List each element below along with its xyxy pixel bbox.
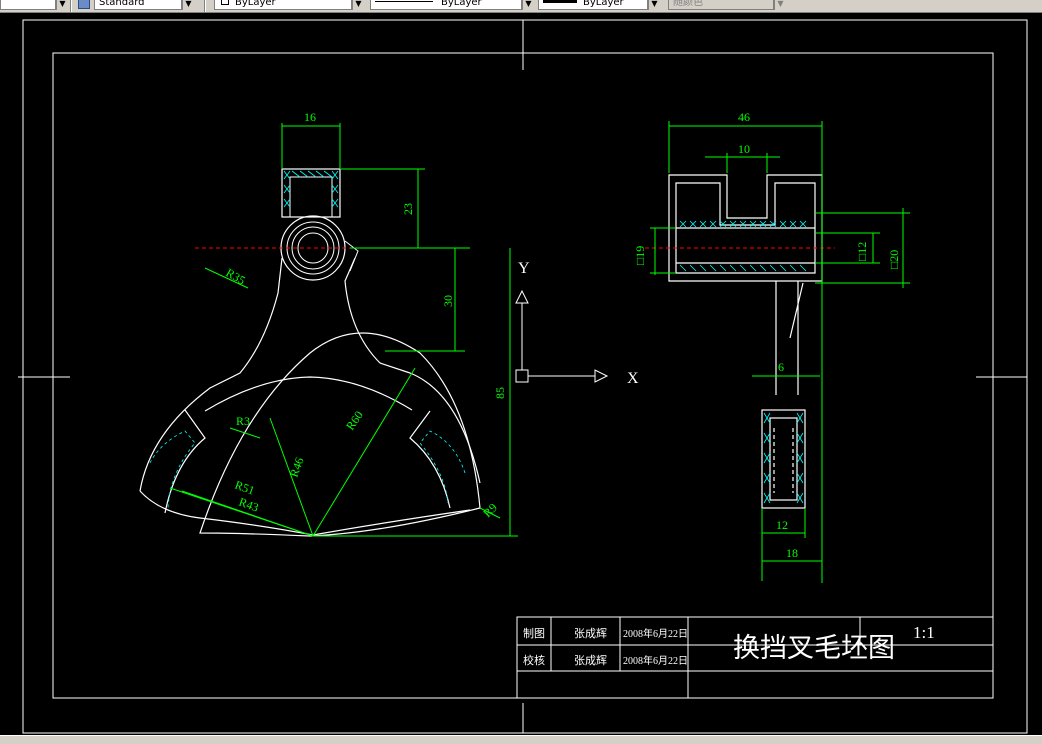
drawing-canvas[interactable]: 16 23 30 85 R35 R3 R60 R46 R51 R43 R9 X …: [0, 13, 1042, 743]
drawing-frames: [18, 19, 1028, 734]
ucs-x-label: X: [627, 370, 639, 387]
linetype-select-label: ByLayer: [441, 0, 482, 8]
color-select[interactable]: ByLayer: [214, 0, 352, 10]
side-stem: [775, 281, 804, 395]
dim-23: 23: [401, 203, 415, 215]
tb-date-2: 2008年6月22日: [623, 654, 688, 667]
dim-r35: R35: [224, 265, 248, 287]
left-hatch: [149, 430, 196, 509]
linetype-select[interactable]: ByLayer: [370, 0, 522, 10]
ucs-icon: [515, 289, 609, 383]
drawing-title: 换挡叉毛坯图: [733, 633, 895, 663]
dim-18: 18: [786, 546, 798, 560]
lineweight-select-label: ByLayer: [583, 0, 624, 8]
toolbar-separator: [70, 0, 72, 12]
dim-12-vertical: □12: [855, 242, 869, 261]
dim-30: 30: [441, 295, 455, 307]
plot-style-select[interactable]: 随颜色: [668, 0, 774, 10]
chevron-down-icon[interactable]: ▼: [774, 0, 786, 10]
text-style-icon[interactable]: [78, 0, 90, 9]
tb-role-1: 制图: [523, 627, 545, 640]
dim-r60: R60: [343, 408, 366, 432]
dim-r9: R9: [480, 500, 500, 520]
side-foot: [761, 409, 806, 509]
tb-role-2: 校核: [523, 653, 545, 667]
chevron-down-icon[interactable]: ▼: [182, 0, 194, 10]
linetype-sample: [375, 1, 433, 2]
toolbar-separator: [204, 0, 206, 12]
front-view-dim-text: 16 23 30 85 R35 R3 R60 R46 R51 R43 R9: [224, 110, 508, 520]
fork-body-outline: [139, 257, 481, 492]
dim-20: □20: [887, 250, 901, 269]
front-view: [139, 168, 481, 537]
color-swatch: [221, 0, 229, 5]
right-hatch: [419, 430, 466, 504]
lineweight-select[interactable]: ByLayer: [538, 0, 648, 10]
side-view-dimensions: [650, 121, 910, 583]
lug-hatch: [283, 170, 339, 208]
chevron-down-icon[interactable]: ▼: [648, 0, 660, 10]
ucs-y-label: Y: [518, 260, 530, 277]
dim-19: □19: [633, 246, 647, 265]
tb-name-2: 张成辉: [574, 654, 607, 667]
dim-46: 46: [738, 110, 750, 124]
dim-10: 10: [738, 142, 750, 156]
properties-toolbar: ▼ Standard ▼ ByLayer ▼ ByLayer ▼ ByLayer…: [0, 0, 1042, 13]
dim-16: 16: [304, 110, 316, 124]
chevron-down-icon[interactable]: ▼: [352, 0, 364, 10]
tb-name-1: 张成辉: [574, 627, 607, 640]
inner-border: [52, 52, 994, 699]
text-style-select[interactable]: Standard: [94, 0, 182, 10]
outer-border: [22, 19, 1028, 734]
dim-6: 6: [778, 360, 784, 374]
drawing-scale: 1:1: [913, 623, 935, 642]
dim-r3: R3: [236, 414, 250, 428]
tb-date-1: 2008年6月22日: [623, 627, 688, 640]
dim-12: 12: [776, 518, 788, 532]
color-select-label: ByLayer: [235, 0, 276, 8]
chevron-down-icon[interactable]: ▼: [522, 0, 534, 10]
chevron-down-icon[interactable]: ▼: [56, 0, 68, 10]
dim-85: 85: [493, 387, 507, 399]
lineweight-sample: [543, 0, 577, 3]
dim-r51: R51: [233, 478, 257, 498]
dim-r46: R46: [287, 455, 307, 479]
toolbar-combo-left[interactable]: [0, 0, 56, 10]
front-view-dimensions: [169, 123, 518, 537]
